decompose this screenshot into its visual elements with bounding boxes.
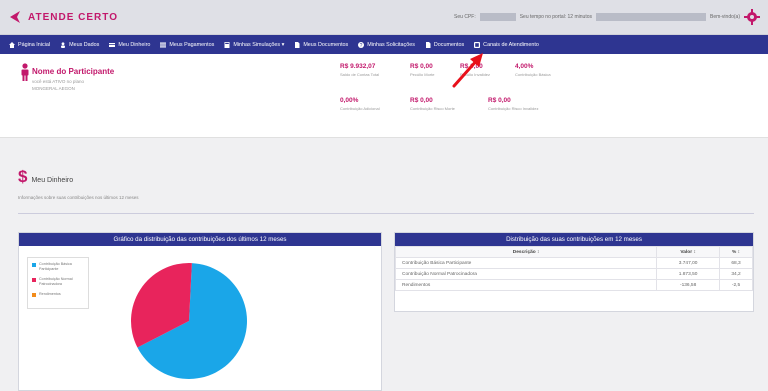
user-icon <box>60 41 66 48</box>
doc-icon <box>294 41 300 48</box>
legend-swatch <box>32 278 36 282</box>
nav-item-label: Documentos <box>433 41 465 48</box>
calc-icon <box>224 41 230 48</box>
nav-item-label: Canais de Atendimento <box>483 41 539 48</box>
top-bar: ATENDE CERTO Seu CPF: Seu tempo no porta… <box>0 0 768 35</box>
section-description: Informações sobre suas contribuições nos… <box>18 195 139 200</box>
user-name-box <box>595 13 706 21</box>
nav-item-3[interactable]: Meus Pagamentos <box>155 35 219 54</box>
stat-stats1-3: 4,00% Contribuição Básica <box>515 63 551 77</box>
nav-item-1[interactable]: Meus Dados <box>55 35 104 54</box>
section-heading: $ Meu Dinheiro <box>18 167 73 187</box>
welcome-text: Bem-vindo(a) <box>709 14 740 20</box>
stat-value: 0,00% <box>340 97 359 104</box>
table-panel-title: Distribuição das suas contribuições em 1… <box>395 233 753 246</box>
cpf-value <box>479 13 516 21</box>
table-cell: 68,3 <box>719 257 753 269</box>
table-cell: 3.747,00 <box>656 257 720 269</box>
section-title: Meu Dinheiro <box>31 176 74 184</box>
stat-label: Contribuição Risco Invalidez <box>488 106 539 111</box>
stat-label: Pecúlio Morte <box>410 72 435 77</box>
divider <box>18 213 754 214</box>
nav-item-0[interactable]: Página Inicial <box>4 35 55 54</box>
dollar-icon: $ <box>18 167 28 186</box>
table-header-0[interactable]: Descrição ↕ <box>394 246 658 258</box>
table-header-1[interactable]: Valor ↕ <box>656 246 720 258</box>
brand-name: ATENDE CERTO <box>28 11 118 23</box>
session-time: Seu tempo no portal: 12 minutos <box>519 14 592 20</box>
participant-panel: Nome do Participante você está ATIVO no … <box>0 54 768 138</box>
legend-swatch <box>32 263 36 267</box>
legend-item: Contribuição Básica Participante <box>32 262 84 272</box>
nav-item-label: Minhas Solicitações <box>367 41 415 48</box>
stat-value: 4,00% <box>515 63 534 70</box>
table-cell: Rendimentos <box>394 279 658 291</box>
participant-name: Nome do Participante <box>32 67 115 76</box>
nav-item-4[interactable]: Minhas Simulações ▾ <box>219 35 289 54</box>
cpf-label: Seu CPF: <box>454 14 476 20</box>
list-icon <box>160 42 167 48</box>
table-cell: -2,5 <box>719 279 753 291</box>
stat-stats1-1: R$ 0,00 Pecúlio Morte <box>410 63 434 77</box>
nav-item-label: Meu Dinheiro <box>118 41 151 48</box>
stat-label: Saldo de Contas Total <box>340 72 380 77</box>
brand[interactable]: ATENDE CERTO <box>8 10 118 24</box>
nav-item-label: Minhas Simulações ▾ <box>233 41 285 48</box>
participant-status: você está ATIVO no plano <box>32 79 84 84</box>
doc-icon <box>425 41 431 48</box>
stat-stats2-1: R$ 0,00 Contribuição Risco Morte <box>410 97 455 111</box>
home-icon <box>9 41 15 48</box>
nav-item-6[interactable]: ? Minhas Solicitações <box>353 35 420 54</box>
card-icon <box>109 42 116 48</box>
person-icon <box>21 63 29 81</box>
svg-text:?: ? <box>360 42 363 47</box>
nav-item-5[interactable]: Meus Documentos <box>289 35 353 54</box>
nav-item-label: Meus Documentos <box>303 41 349 48</box>
stat-value: R$ 0,00 <box>488 97 511 104</box>
legend-item: Contribuição Normal Patrocinadora <box>32 277 84 287</box>
stat-label: Contribuição Básica <box>515 72 551 77</box>
table-cell: 34,2 <box>719 268 753 280</box>
legend-item: Rendimentos <box>32 292 84 297</box>
phone-icon <box>474 41 481 48</box>
table-cell: 1.873,50 <box>656 268 720 280</box>
stat-value: R$ 0,00 <box>410 63 433 70</box>
table-cell: Contribuição Básica Participante <box>394 257 658 269</box>
legend-swatch <box>32 293 36 297</box>
brand-logo-icon <box>10 11 20 23</box>
chart-panel: Gráfico da distribuição das contribuiçõe… <box>18 232 382 391</box>
legend-label: Contribuição Básica Participante <box>39 262 72 271</box>
table-row: Rendimentos -136,58 -2,5 <box>394 279 753 291</box>
participant-plan: MONGERAL AEGON <box>32 86 75 91</box>
legend-label: Contribuição Normal Patrocinadora <box>39 277 73 286</box>
chart-legend: Contribuição Básica Participante Contribu… <box>27 257 89 309</box>
stat-stats2-2: R$ 0,00 Contribuição Risco Invalidez <box>488 97 538 111</box>
gear-icon[interactable] <box>744 9 760 25</box>
nav-item-label: Meus Pagamentos <box>169 41 215 48</box>
contributions-table: Descrição ↕ Valor ↕% ↕ Contribuição Básic… <box>394 246 753 291</box>
table-row: Contribuição Básica Participante 3.747,00… <box>394 257 753 269</box>
chart-panel-title: Gráfico da distribuição das contribuiçõe… <box>19 233 381 246</box>
stat-stats2-0: 0,00% Contribuição Adicional <box>340 97 380 111</box>
table-cell: Contribuição Normal Patrocinadora <box>394 268 658 280</box>
help-icon: ? <box>358 41 365 48</box>
stat-label: Contribuição Risco Morte <box>410 106 455 111</box>
stat-value: R$ 9.932,07 <box>340 63 376 70</box>
stat-stats1-0: R$ 9.932,07 Saldo de Contas Total <box>340 63 379 77</box>
nav-item-label: Página Inicial <box>18 41 51 48</box>
nav-item-label: Meus Dados <box>69 41 100 48</box>
pie-chart <box>131 263 247 379</box>
stat-value: R$ 0,00 <box>410 97 433 104</box>
table-header-2[interactable]: % ↕ <box>719 246 753 258</box>
nav-item-2[interactable]: Meu Dinheiro <box>104 35 155 54</box>
legend-label: Rendimentos <box>39 292 61 296</box>
table-cell: -136,58 <box>656 279 720 291</box>
red-arrow-annotation-icon <box>452 53 483 88</box>
stat-label: Contribuição Adicional <box>340 106 380 111</box>
table-row: Contribuição Normal Patrocinadora 1.873,5… <box>394 268 753 280</box>
table-panel: Distribuição das suas contribuições em 1… <box>394 232 754 312</box>
main-nav: Página Inicial Meus Dados Meu Dinheiro Meus… <box>0 35 768 54</box>
